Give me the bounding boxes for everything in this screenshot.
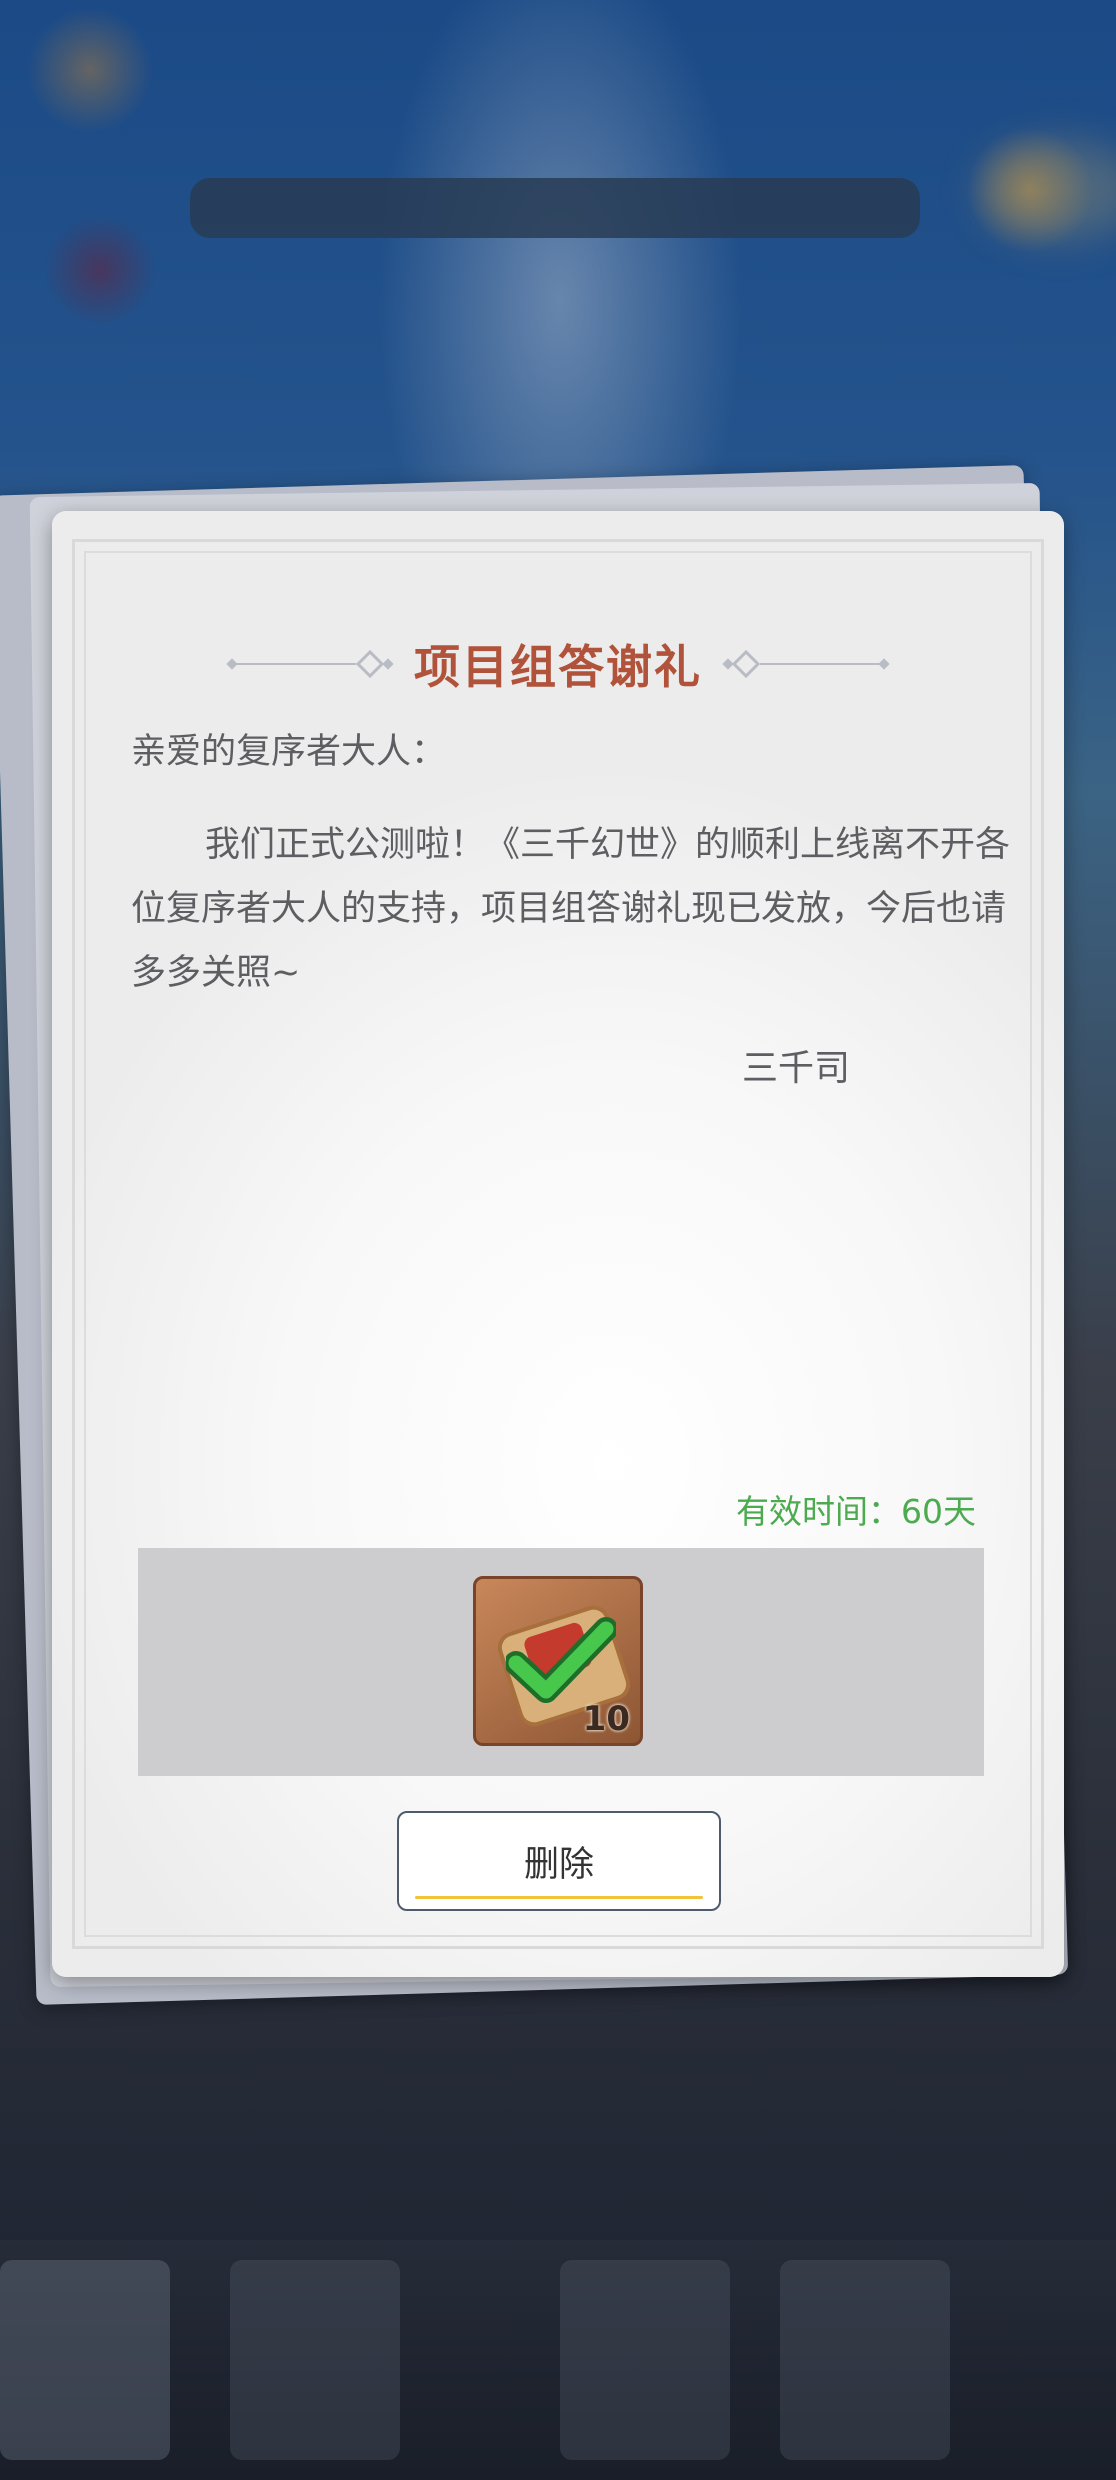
delete-button-label: 删除	[523, 1844, 594, 1885]
title-ornament-right-icon	[722, 649, 890, 679]
background-tile	[780, 2260, 950, 2460]
letter-title: 项目组答谢礼	[414, 640, 702, 694]
background-tile	[560, 2260, 730, 2460]
validity-value: 60天	[901, 1492, 976, 1531]
validity-label: 有效时间：	[736, 1492, 901, 1531]
button-underline	[415, 1896, 703, 1899]
background-tile	[0, 2260, 170, 2460]
background-tile	[230, 2260, 400, 2460]
letter-body: 我们正式公测啦！《三千幻世》的顺利上线离不开各位复序者大人的支持，项目组答谢礼现…	[131, 825, 1011, 993]
letter-signature: 三千司	[742, 1048, 851, 1089]
mail-letter-panel: 项目组答谢礼 亲爱的复序者大人： 我们正式公测啦！《三千幻世》的顺利上线离不开各…	[52, 511, 1064, 1977]
background-header-bar	[190, 178, 920, 238]
reward-attachment-area: 10	[138, 1548, 984, 1776]
delete-button[interactable]: 删除	[397, 1811, 721, 1911]
checkmark-icon	[506, 1617, 616, 1703]
title-ornament-left-icon	[226, 649, 394, 679]
reward-item-slot[interactable]: 10	[473, 1576, 643, 1746]
item-quantity: 10	[582, 1699, 630, 1739]
letter-title-row: 项目组答谢礼	[52, 629, 1064, 699]
validity-period: 有效时间：60天	[736, 1485, 976, 1533]
letter-greeting: 亲爱的复序者大人：	[131, 732, 447, 772]
